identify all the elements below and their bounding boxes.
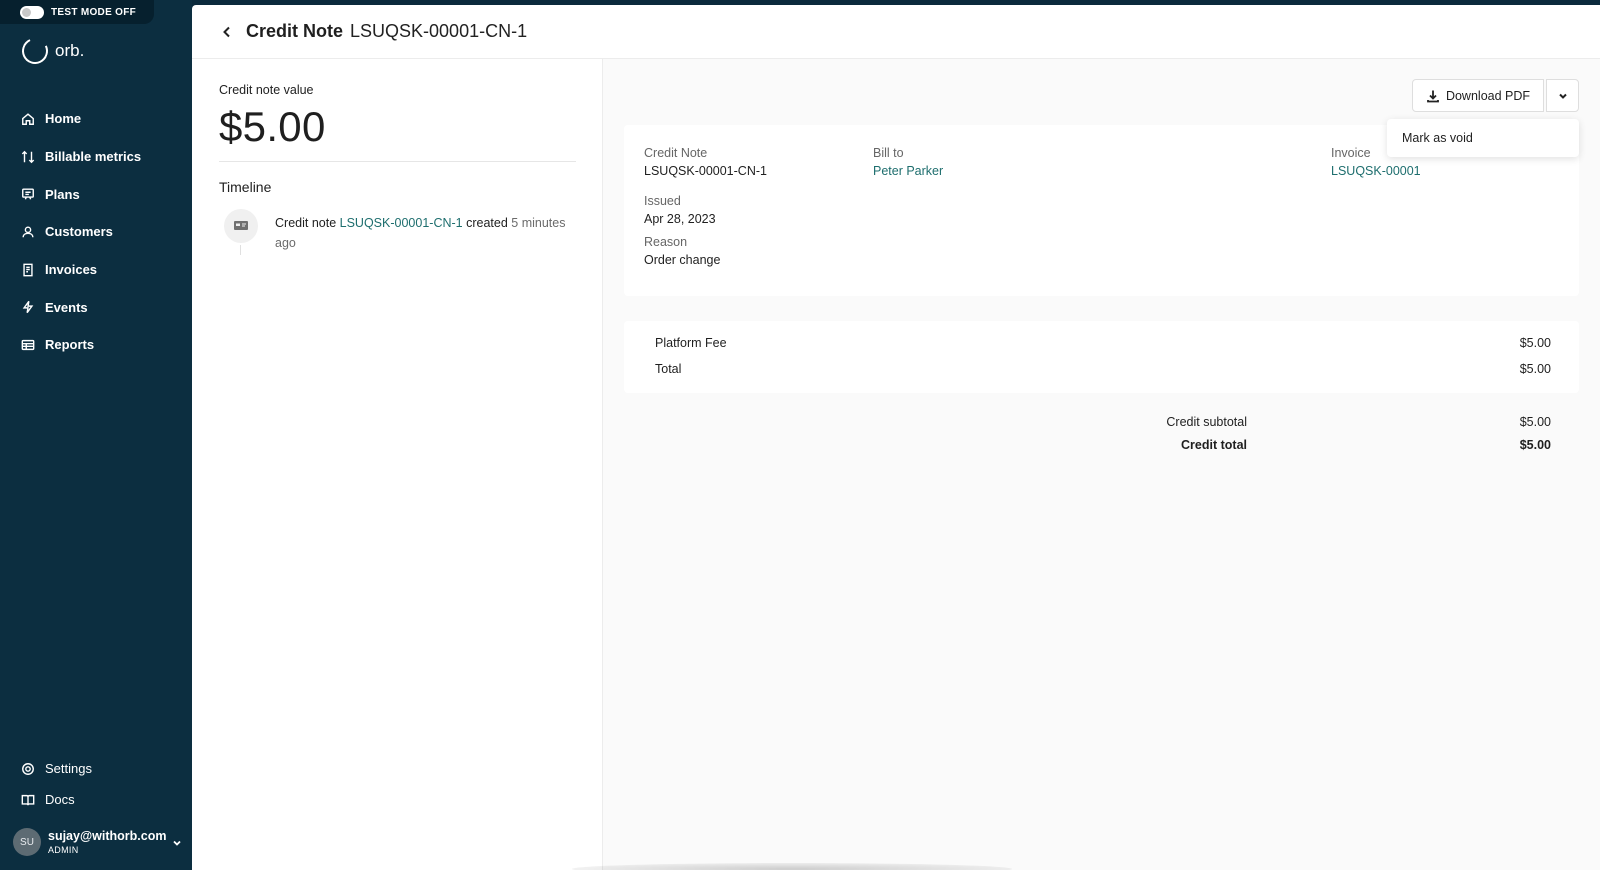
- detail-panel: Download PDF Mark as void Credit Note LS…: [603, 59, 1600, 870]
- plans-icon: [21, 187, 35, 201]
- nav-item-customers[interactable]: Customers: [0, 213, 192, 251]
- credit-note-value-label: Credit note value: [219, 83, 314, 97]
- nav-item-label: Docs: [45, 792, 75, 807]
- nav-item-invoices[interactable]: Invoices: [0, 251, 192, 289]
- arrows-updown-icon: [21, 150, 35, 164]
- field-label: Bill to: [873, 146, 904, 160]
- chevron-down-icon: [1558, 93, 1567, 99]
- timeline-event-text: Credit note LSUQSK-00001-CN-1 created 5 …: [275, 213, 575, 253]
- nav-item-docs[interactable]: Docs: [0, 784, 192, 815]
- nav-item-label: Settings: [45, 761, 92, 776]
- nav-item-label: Plans: [45, 186, 80, 202]
- test-mode-toggle[interactable]: TEST MODE OFF: [0, 0, 154, 24]
- line-item-label: Total: [655, 362, 682, 376]
- user-role: ADMIN: [48, 845, 79, 855]
- orb-logo[interactable]: orb.: [18, 34, 85, 68]
- secondary-nav: Settings Docs: [0, 753, 192, 815]
- download-pdf-label: Download PDF: [1445, 88, 1531, 103]
- credit-note-field: Credit Note LSUQSK-00001-CN-1: [644, 146, 767, 178]
- download-icon: [1427, 90, 1439, 102]
- sidebar: TEST MODE OFF orb. Home Billable metrics…: [0, 0, 192, 870]
- timeline-heading: Timeline: [219, 179, 272, 195]
- field-label: Reason: [644, 235, 688, 249]
- download-pdf-button[interactable]: Download PDF: [1412, 79, 1544, 112]
- chevron-down-icon[interactable]: [171, 836, 183, 848]
- avatar: SU: [13, 828, 41, 856]
- timeline-prefix: Credit note: [275, 216, 337, 230]
- table-icon: [21, 338, 35, 352]
- summary-panel: Credit note value $5.00 Timeline Credit …: [192, 59, 603, 870]
- credit-note-icon: [224, 209, 258, 255]
- nav-item-billable-metrics[interactable]: Billable metrics: [0, 138, 192, 176]
- timeline-verb: created: [466, 216, 508, 230]
- home-icon: [21, 112, 35, 126]
- timeline-event: Credit note LSUQSK-00001-CN-1 created 5 …: [219, 209, 575, 255]
- field-value: Order change: [644, 253, 721, 267]
- field-label: Credit Note: [644, 146, 708, 160]
- main-nav: Home Billable metrics Plans Customers In…: [0, 100, 192, 364]
- issued-field: Issued Apr 28, 2023: [644, 194, 716, 226]
- scroll-shadow: [572, 863, 1012, 870]
- credit-note-value: $5.00: [219, 103, 326, 150]
- credit-total-label: Credit total: [1181, 438, 1247, 452]
- bill-to-field: Bill to Peter Parker: [873, 146, 943, 178]
- page-title: Credit Note: [246, 21, 344, 41]
- main-content: Credit Note LSUQSK-00001-CN-1 Credit not…: [192, 5, 1600, 870]
- bill-to-link[interactable]: Peter Parker: [873, 164, 943, 178]
- line-item-row: Total $5.00: [655, 362, 1551, 376]
- more-actions-button[interactable]: [1546, 79, 1579, 112]
- field-value: Apr 28, 2023: [644, 212, 716, 226]
- nav-item-label: Customers: [45, 224, 113, 240]
- field-value: LSUQSK-00001-CN-1: [644, 164, 767, 178]
- nav-item-home[interactable]: Home: [0, 100, 192, 138]
- line-item-label: Platform Fee: [655, 336, 727, 350]
- nav-item-label: Invoices: [45, 262, 98, 278]
- nav-item-plans[interactable]: Plans: [0, 175, 192, 213]
- nav-item-reports[interactable]: Reports: [0, 326, 192, 364]
- reason-field: Reason Order change: [644, 235, 720, 267]
- nav-item-events[interactable]: Events: [0, 288, 192, 326]
- invoice-link[interactable]: LSUQSK-00001: [1331, 164, 1421, 178]
- page-header: Credit Note LSUQSK-00001-CN-1: [192, 5, 1600, 59]
- back-arrow-icon[interactable]: [220, 25, 234, 39]
- book-icon: [21, 793, 35, 807]
- bolt-icon: [21, 300, 35, 314]
- orb-logo-icon: [18, 34, 52, 68]
- nav-item-settings[interactable]: Settings: [0, 753, 192, 784]
- credit-total-amount: $5.00: [1519, 438, 1551, 452]
- nav-item-label: Billable metrics: [45, 149, 142, 165]
- toggle-switch-icon[interactable]: [20, 5, 44, 19]
- gear-icon: [21, 762, 35, 776]
- receipt-icon: [21, 263, 35, 277]
- users-icon: [21, 225, 35, 239]
- line-items-card: Platform Fee $5.00 Total $5.00: [624, 321, 1579, 393]
- timeline-credit-note-link[interactable]: LSUQSK-00001-CN-1: [340, 216, 463, 230]
- mark-as-void-menu-item[interactable]: Mark as void: [1387, 119, 1579, 157]
- line-item-row: Platform Fee $5.00: [655, 336, 1551, 350]
- user-menu[interactable]: SU sujay@withorb.com ADMIN: [13, 828, 183, 856]
- credit-subtotal-label: Credit subtotal: [1166, 415, 1247, 429]
- nav-item-label: Home: [45, 111, 82, 127]
- nav-item-label: Reports: [45, 337, 95, 353]
- nav-item-label: Events: [45, 299, 88, 315]
- credit-note-id: LSUQSK-00001-CN-1: [350, 21, 528, 41]
- brand-name: orb.: [55, 41, 85, 60]
- line-item-amount: $5.00: [1519, 336, 1551, 350]
- user-email: sujay@withorb.com: [48, 829, 167, 843]
- divider: [219, 161, 576, 162]
- field-label: Issued: [644, 194, 681, 208]
- test-mode-label: TEST MODE OFF: [51, 6, 137, 18]
- credit-subtotal-amount: $5.00: [1519, 415, 1551, 429]
- line-item-amount: $5.00: [1519, 362, 1551, 376]
